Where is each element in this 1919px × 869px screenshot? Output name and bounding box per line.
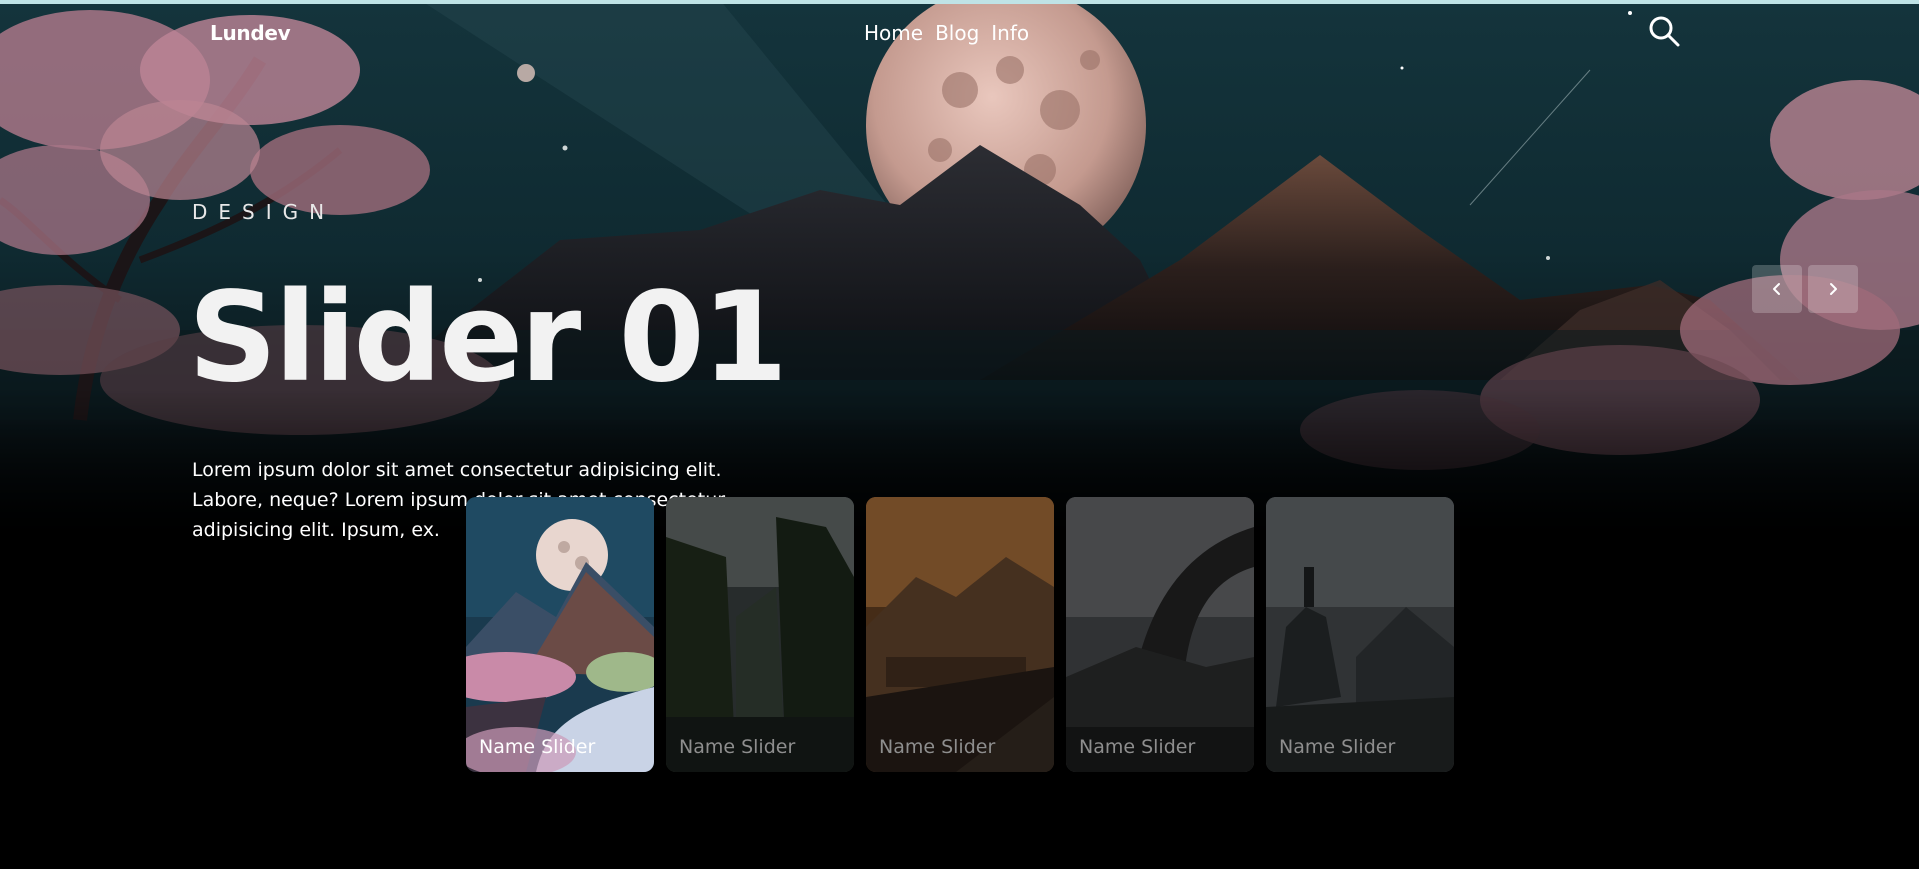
nav-home-link[interactable]: Home [864, 21, 923, 45]
thumbnail-overlay [666, 497, 854, 772]
thumbnail-label: Name Slider [1279, 736, 1396, 758]
main-nav: Home Blog Info [864, 21, 1029, 45]
thumbnail-4[interactable]: Name Slider [1066, 497, 1254, 772]
top-accent-line [0, 0, 1919, 4]
chevron-right-icon [1830, 283, 1837, 295]
thumbnail-overlay [866, 497, 1054, 772]
thumbnail-strip: Name Slider Name Slider Name Slider Name… [466, 497, 1454, 772]
search-icon [1649, 16, 1680, 47]
search-button[interactable] [1647, 14, 1681, 48]
chevron-left-icon [1773, 283, 1780, 295]
thumbnail-label: Name Slider [679, 736, 796, 758]
thumbnail-label: Name Slider [1079, 736, 1196, 758]
thumbnail-label: Name Slider [479, 736, 596, 758]
nav-blog-link[interactable]: Blog [935, 21, 979, 45]
nav-info-link[interactable]: Info [991, 21, 1029, 45]
thumbnail-5[interactable]: Name Slider [1266, 497, 1454, 772]
next-slide-button[interactable] [1808, 265, 1858, 313]
thumbnail-overlay [1266, 497, 1454, 772]
prev-slide-button[interactable] [1752, 265, 1802, 313]
thumbnail-label: Name Slider [879, 736, 996, 758]
thumbnail-overlay [466, 497, 654, 772]
thumbnail-2[interactable]: Name Slider [666, 497, 854, 772]
thumbnail-1[interactable]: Name Slider [466, 497, 654, 772]
slider-page: Lundev Home Blog Info DESIGN Slider 01 L… [0, 0, 1919, 869]
slider-arrows [1752, 265, 1858, 313]
hero-kicker: DESIGN [192, 200, 336, 224]
thumbnail-3[interactable]: Name Slider [866, 497, 1054, 772]
brand-logo[interactable]: Lundev [210, 21, 291, 45]
hero-title: Slider 01 [188, 266, 788, 410]
thumbnail-overlay [1066, 497, 1254, 772]
